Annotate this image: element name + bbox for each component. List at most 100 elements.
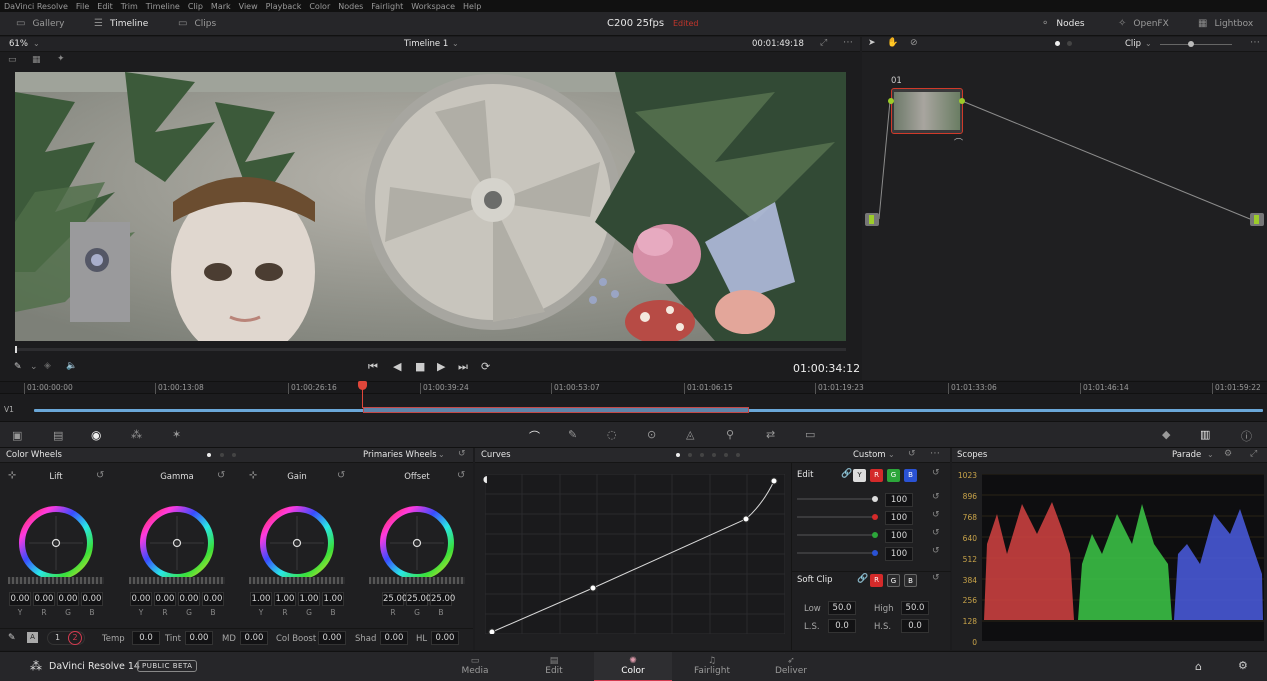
reset-icon[interactable]: ↺ [932, 492, 940, 502]
home-icon[interactable]: ⌂ [1195, 660, 1202, 673]
viewer-scrubber[interactable] [15, 346, 846, 353]
intensity-slider-track[interactable] [797, 516, 877, 518]
intensity-slider-handle[interactable] [872, 550, 878, 556]
chevron-down-icon[interactable]: ⌄ [888, 450, 895, 459]
intensity-value[interactable]: 100 [885, 529, 913, 543]
sizing-icon[interactable]: ⇄ [766, 428, 775, 441]
reset-icon[interactable]: ↺ [96, 470, 104, 481]
split-view-icon[interactable]: ▦ [32, 55, 41, 65]
channel-g-button[interactable]: G [887, 469, 900, 482]
high-input[interactable]: 50.0 [901, 601, 929, 615]
curve-point[interactable] [770, 477, 778, 485]
tracker-icon[interactable]: ⊙ [647, 428, 656, 441]
node-mode-dropdown[interactable]: Clip [1125, 39, 1141, 49]
deliver-page-tab[interactable]: ➶ Deliver [752, 652, 830, 681]
3d-icon[interactable]: ▭ [805, 428, 815, 441]
low-input[interactable]: 50.0 [828, 601, 856, 615]
intensity-value[interactable]: 100 [885, 547, 913, 561]
wheel-value[interactable]: 0.00 [178, 592, 200, 606]
info-icon[interactable]: ⓘ [1241, 428, 1252, 444]
wheel-value[interactable]: 0.00 [57, 592, 79, 606]
expand-icon[interactable]: ⤢ [1250, 449, 1257, 459]
scope-mode-dropdown[interactable]: Parade [1172, 450, 1201, 460]
wheel-value[interactable]: 1.00 [250, 592, 272, 606]
menu-mark[interactable]: Mark [211, 2, 231, 11]
page-1[interactable]: 1 [55, 633, 60, 642]
playhead-marker[interactable] [358, 381, 367, 390]
scope-settings-icon[interactable]: ⚙ [1224, 449, 1232, 459]
hand-icon[interactable]: ✋ [887, 38, 898, 48]
lightbox-tab[interactable]: ▦ Lightbox [1198, 12, 1253, 36]
master-wheel-slider[interactable] [369, 577, 465, 584]
more-options-icon[interactable]: ⋯ [930, 448, 940, 459]
intensity-slider-track[interactable] [797, 534, 877, 536]
page-dot[interactable] [724, 453, 728, 457]
menu-workspace[interactable]: Workspace [411, 2, 455, 11]
color-wheels-icon[interactable]: ◉ [91, 428, 101, 442]
reset-icon[interactable]: ↺ [932, 528, 940, 538]
settings-gear-icon[interactable]: ⚙ [1238, 659, 1248, 672]
node-output-port[interactable] [959, 98, 965, 104]
master-wheel-slider[interactable] [129, 577, 225, 584]
channel-r-button[interactable]: R [870, 469, 883, 482]
hs-input[interactable]: 0.0 [901, 619, 929, 633]
reset-icon[interactable]: ↺ [337, 470, 345, 481]
chevron-down-icon[interactable]: ⌄ [1207, 450, 1214, 459]
intensity-slider-handle[interactable] [872, 496, 878, 502]
wheel-value[interactable]: 0.00 [81, 592, 103, 606]
single-view-icon[interactable]: ▭ [8, 55, 17, 65]
wheel-value[interactable]: 25.00 [406, 592, 431, 606]
auto-balance-icon[interactable]: A [27, 632, 38, 643]
wheel-value[interactable]: 0.00 [154, 592, 176, 606]
wheel-value[interactable]: 0.00 [130, 592, 152, 606]
menu-timeline[interactable]: Timeline [146, 2, 180, 11]
keyframes-icon[interactable]: ◆ [1162, 428, 1170, 441]
intensity-slider-track[interactable] [797, 552, 877, 554]
page-dot[interactable] [1067, 41, 1072, 46]
wheel-value[interactable]: 1.00 [322, 592, 344, 606]
selected-clip[interactable] [363, 407, 749, 413]
last-frame-icon[interactable]: ⏭ [458, 360, 468, 374]
timeline-tab[interactable]: ☰ Timeline [94, 12, 148, 36]
media-page-tab[interactable]: ▭ Media [436, 652, 514, 681]
page-dot[interactable] [220, 453, 224, 457]
menu-view[interactable]: View [239, 2, 258, 11]
crosshair-icon[interactable]: ⊹ [249, 470, 257, 481]
curve-point[interactable] [488, 628, 496, 634]
wheels-mode-dropdown[interactable]: Primaries Wheels [363, 450, 437, 460]
viewer-image[interactable] [15, 72, 846, 341]
intensity-slider-track[interactable] [797, 498, 877, 500]
zoom-slider-handle[interactable] [1188, 41, 1194, 47]
softclip-b-button[interactable]: B [904, 574, 917, 587]
bypass-icon[interactable]: ⊘ [910, 38, 918, 48]
pointer-icon[interactable]: ➤ [868, 38, 876, 48]
reset-icon[interactable]: ↺ [457, 470, 465, 481]
intensity-slider-handle[interactable] [872, 532, 878, 538]
reset-icon[interactable]: ↺ [908, 449, 916, 459]
param-value[interactable]: 0.00 [380, 631, 408, 645]
picker-icon[interactable]: ✎ [8, 633, 16, 643]
page-dot[interactable] [688, 453, 692, 457]
param-value[interactable]: 0.00 [318, 631, 346, 645]
softclip-g-button[interactable]: G [887, 574, 900, 587]
blur-icon[interactable]: ◬ [686, 428, 694, 441]
menu-fairlight[interactable]: Fairlight [371, 2, 403, 11]
intensity-slider-handle[interactable] [872, 514, 878, 520]
stop-icon[interactable]: ■ [415, 360, 425, 373]
color-wheel[interactable] [137, 503, 217, 583]
menu-help[interactable]: Help [463, 2, 481, 11]
softclip-r-button[interactable]: R [870, 574, 883, 587]
channel-b-button[interactable]: B [904, 469, 917, 482]
fairlight-page-tab[interactable]: ♫ Fairlight [673, 652, 751, 681]
color-page-tab[interactable]: ✺ Color [594, 652, 672, 681]
clips-tab[interactable]: ▭ Clips [178, 12, 216, 36]
gallery-tab[interactable]: ▭ Gallery [16, 12, 65, 36]
timeline-ruler[interactable]: 01:00:00:00 01:00:13:08 01:00:26:16 01:00:3… [0, 381, 1267, 394]
reset-icon[interactable]: ↺ [217, 470, 225, 481]
curve-edit-icon[interactable]: ◖ [483, 475, 488, 485]
zoom-slider[interactable] [1160, 41, 1232, 47]
curves-mode-dropdown[interactable]: Custom [853, 450, 886, 460]
menu-edit[interactable]: Edit [97, 2, 113, 11]
more-options-icon[interactable]: ⋯ [843, 37, 853, 48]
menu-app[interactable]: DaVinci Resolve [4, 2, 68, 11]
